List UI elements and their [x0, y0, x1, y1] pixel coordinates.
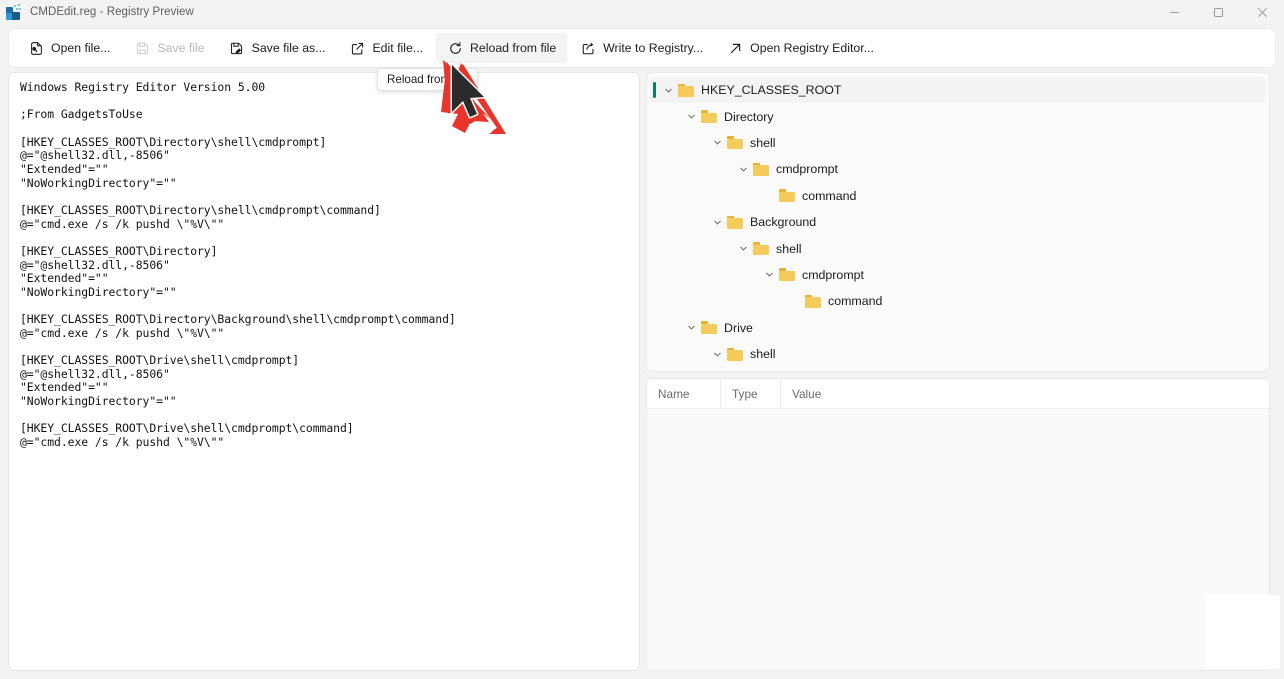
registry-file-preview-pane[interactable]: Windows Registry Editor Version 5.00 ;Fr… — [8, 72, 640, 671]
tree-item-hkey-classes-root[interactable]: HKEY_CLASSES_ROOT — [650, 77, 1266, 104]
write-to-registry-button[interactable]: Write to Registry... — [569, 33, 714, 63]
folder-icon — [779, 189, 795, 203]
chevron-down-icon[interactable] — [733, 239, 753, 259]
chevron-down-icon[interactable] — [658, 80, 678, 100]
reload-from-file-label: Reload from file — [470, 41, 557, 55]
tree-item-label: command — [802, 188, 857, 203]
tree-item-label: Drive — [724, 320, 753, 335]
close-icon[interactable] — [1240, 0, 1284, 24]
write-to-registry-label: Write to Registry... — [603, 41, 704, 55]
tree-item-label: HKEY_CLASSES_ROOT — [701, 83, 842, 98]
right-column: HKEY_CLASSES_ROOT Directory shell cmdprompt… — [646, 72, 1270, 671]
reload-icon — [447, 40, 463, 56]
open-file-icon — [28, 40, 44, 56]
column-header-value[interactable]: Value — [781, 379, 1269, 409]
tree-item-label: cmdprompt — [776, 162, 838, 177]
open-file-label: Open file... — [51, 41, 111, 55]
folder-icon — [805, 294, 821, 308]
chevron-down-icon[interactable] — [707, 133, 727, 153]
edit-file-icon — [349, 40, 365, 56]
save-file-button[interactable]: Save file — [123, 33, 215, 63]
tree-item-label: Background — [750, 215, 817, 230]
registry-preview-window: CMDEdit.reg - Registry Preview Open file… — [0, 0, 1284, 679]
chevron-down-icon[interactable] — [733, 159, 753, 179]
window-controls — [1152, 0, 1284, 24]
window-title: CMDEdit.reg - Registry Preview — [30, 6, 194, 18]
reload-from-file-button[interactable]: Reload from file — [436, 33, 568, 63]
toolbar: Open file... Save file Save file as... E… — [8, 28, 1276, 68]
open-registry-editor-icon — [727, 40, 743, 56]
tree-item-shell[interactable]: shell — [647, 130, 1269, 156]
chevron-down-icon[interactable] — [681, 107, 701, 127]
chevron-down-icon[interactable] — [759, 265, 779, 285]
tooltip-text: Reload from file — [387, 73, 469, 86]
open-file-button[interactable]: Open file... — [17, 33, 121, 63]
minimize-icon[interactable] — [1152, 0, 1196, 24]
folder-icon — [678, 83, 694, 97]
save-file-as-label: Save file as... — [251, 41, 326, 55]
save-file-label: Save file — [157, 41, 205, 55]
edit-file-label: Edit file... — [372, 41, 424, 55]
maximize-restore-icon[interactable] — [1196, 0, 1240, 24]
registry-values-pane: Name Type Value — [646, 378, 1270, 671]
tree-item-label: cmdprompt — [802, 267, 864, 282]
column-header-name[interactable]: Name — [647, 379, 721, 409]
tree-item-shell[interactable]: shell — [647, 341, 1269, 367]
values-table-header: Name Type Value — [647, 379, 1269, 409]
tree-item-label: command — [828, 294, 883, 309]
folder-icon — [701, 321, 717, 335]
tree-item-label: shell — [750, 347, 776, 362]
tree-item-label: Directory — [724, 109, 774, 124]
tree-item-drive[interactable]: Drive — [647, 315, 1269, 341]
folder-icon — [727, 136, 743, 150]
main-content: Windows Registry Editor Version 5.00 ;Fr… — [8, 72, 1276, 671]
chevron-down-icon[interactable] — [707, 344, 727, 364]
chevron-down-icon[interactable] — [707, 212, 727, 232]
tree-item-cmdprompt[interactable]: cmdprompt — [647, 156, 1269, 182]
write-to-registry-icon — [580, 40, 596, 56]
column-header-type[interactable]: Type — [721, 379, 781, 409]
tree-item-shell[interactable]: shell — [647, 235, 1269, 261]
open-registry-editor-label: Open Registry Editor... — [750, 41, 874, 55]
tree-item-label: shell — [750, 135, 776, 150]
registry-file-text: Windows Registry Editor Version 5.00 ;Fr… — [20, 80, 456, 450]
folder-icon — [727, 215, 743, 229]
folder-icon — [727, 347, 743, 361]
render-artifact — [1205, 595, 1280, 669]
chevron-down-icon[interactable] — [681, 318, 701, 338]
selection-indicator — [653, 82, 656, 98]
registry-tree-pane[interactable]: HKEY_CLASSES_ROOT Directory shell cmdprompt… — [646, 72, 1270, 372]
folder-icon — [701, 110, 717, 124]
registry-preview-icon — [6, 4, 22, 20]
open-registry-editor-button[interactable]: Open Registry Editor... — [716, 33, 885, 63]
edit-file-button[interactable]: Edit file... — [338, 33, 434, 63]
save-file-icon — [134, 40, 150, 56]
tree-item-cmdprompt[interactable]: cmdprompt — [647, 262, 1269, 288]
tooltip: Reload from file — [377, 68, 479, 91]
values-table-body — [647, 409, 1269, 670]
folder-icon — [753, 162, 769, 176]
tree-item-label: shell — [776, 241, 802, 256]
save-file-as-icon — [229, 40, 245, 56]
tree-item-command[interactable]: command — [647, 183, 1269, 209]
folder-icon — [753, 242, 769, 256]
tree-item-directory[interactable]: Directory — [647, 103, 1269, 129]
save-file-as-button[interactable]: Save file as... — [218, 33, 337, 63]
title-bar: CMDEdit.reg - Registry Preview — [0, 0, 1284, 24]
tree-item-background[interactable]: Background — [647, 209, 1269, 235]
folder-icon — [779, 268, 795, 282]
tree-item-command[interactable]: command — [647, 288, 1269, 314]
